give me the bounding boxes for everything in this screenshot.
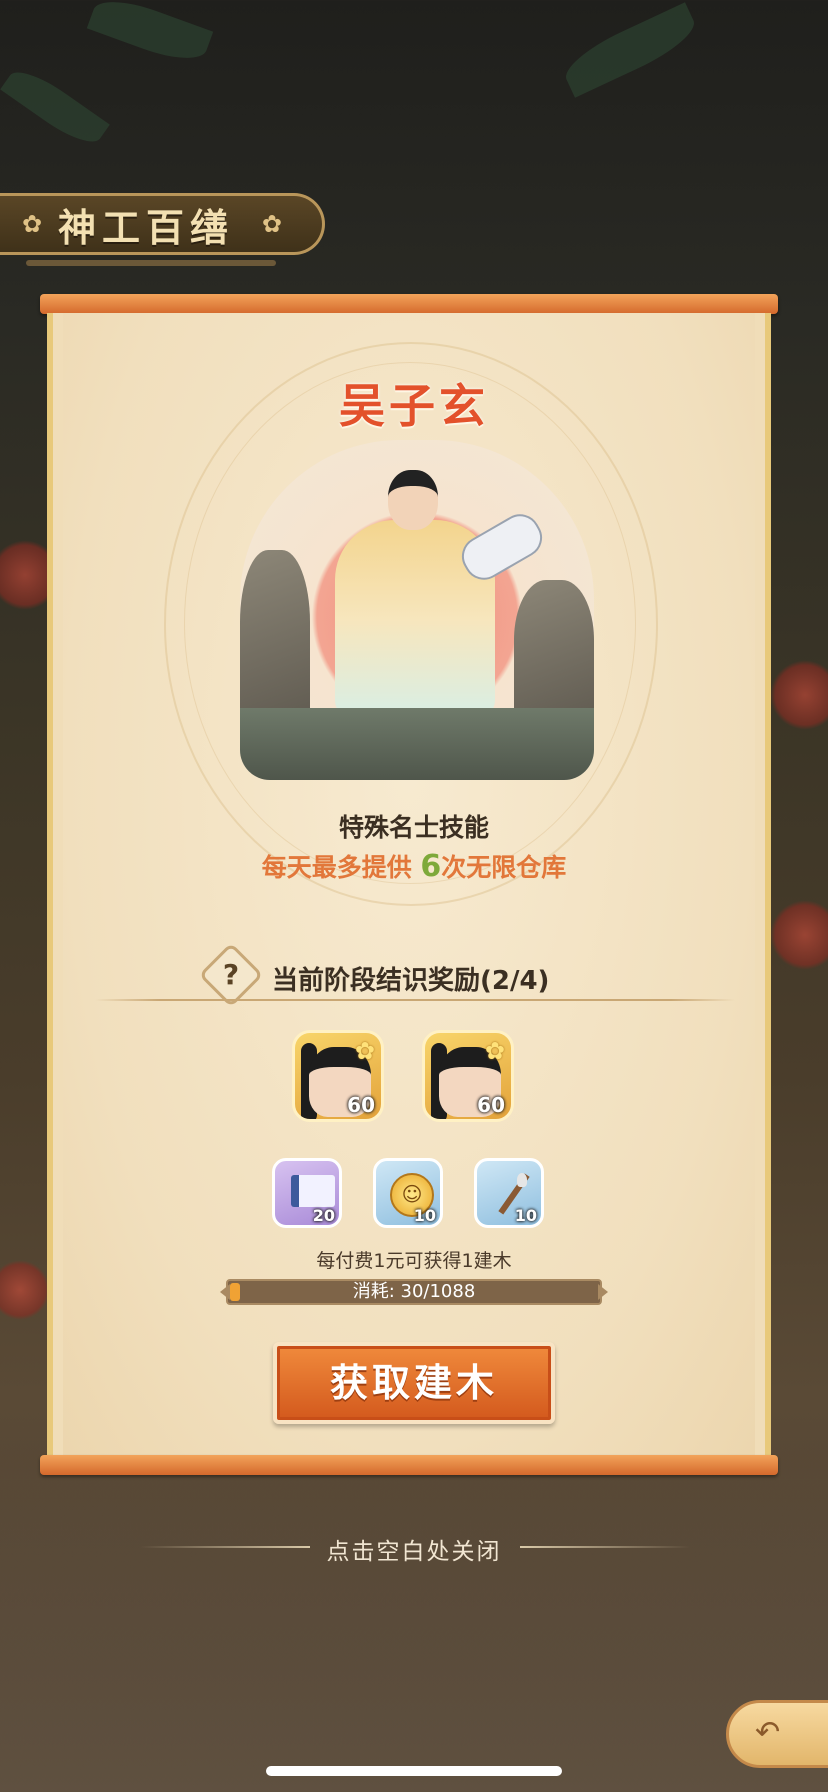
close-hint[interactable]: 点击空白处关闭 <box>0 1532 828 1566</box>
book-reward[interactable]: 20 <box>272 1158 342 1228</box>
skill-description: 每天最多提供 6次无限仓库 <box>0 848 828 884</box>
star-icon: ✿ <box>354 1037 375 1065</box>
book-icon <box>291 1175 335 1207</box>
title-underline <box>26 260 276 266</box>
brush-tip <box>517 1173 527 1187</box>
bamboo-leaf-decoration <box>86 0 214 70</box>
hero-shard-reward[interactable]: ✿ 60 <box>422 1030 514 1122</box>
bamboo-leaf-decoration <box>0 61 110 153</box>
rock-decoration <box>240 550 310 730</box>
pond-decoration <box>0 1460 828 1792</box>
skill-desc-number: 6 <box>420 849 442 884</box>
stone-platform <box>240 708 594 780</box>
back-arrow-icon: ↶ <box>755 1715 781 1750</box>
flower-decoration <box>770 660 828 730</box>
scroll-bottom-rod <box>40 1455 778 1475</box>
hero-name: 吴子玄 <box>339 379 489 433</box>
get-jianmu-button[interactable]: 获取建木 <box>273 1342 555 1424</box>
consumption-progress-bar: 消耗: 30/1088 <box>220 1279 608 1305</box>
hero-portrait <box>240 440 594 780</box>
question-mark-icon: ? <box>222 958 240 991</box>
hero-head <box>388 470 438 530</box>
bamboo-leaf-decoration <box>558 2 702 98</box>
coin-reward[interactable]: ☺ 10 <box>373 1158 443 1228</box>
page-title: 神工百缮 <box>57 204 234 250</box>
close-hint-line <box>520 1546 690 1548</box>
flower-ornament-icon: ✿ <box>22 210 43 238</box>
reward-count: 10 <box>413 1206 436 1225</box>
skill-title: 特殊名士技能 <box>338 813 489 842</box>
reward-count: 60 <box>477 1093 505 1117</box>
flower-decoration <box>770 900 828 970</box>
section-divider <box>95 999 735 1001</box>
title-banner: ✿ 神工百缮 ✿ <box>0 193 325 255</box>
flower-ornament-icon: ✿ <box>261 210 282 238</box>
back-button[interactable]: ↶ <box>726 1700 828 1768</box>
stage-reward-title: 当前阶段结识奖励(2/4) <box>272 966 550 996</box>
payment-note: 每付费1元可获得1建木 <box>316 1250 512 1272</box>
scroll-top-rod <box>40 294 778 314</box>
progress-label: 消耗: 30/1088 <box>352 1281 476 1302</box>
hero-shard-reward[interactable]: ✿ 60 <box>292 1030 384 1122</box>
reward-count: 20 <box>312 1206 335 1225</box>
skill-desc-prefix: 每天最多提供 <box>261 853 412 882</box>
star-icon: ✿ <box>484 1037 505 1065</box>
home-indicator[interactable] <box>266 1766 562 1776</box>
skill-desc-suffix: 次无限仓库 <box>441 853 567 882</box>
reward-count: 60 <box>347 1093 375 1117</box>
brush-reward[interactable]: 10 <box>474 1158 544 1228</box>
reward-count: 10 <box>514 1206 537 1225</box>
